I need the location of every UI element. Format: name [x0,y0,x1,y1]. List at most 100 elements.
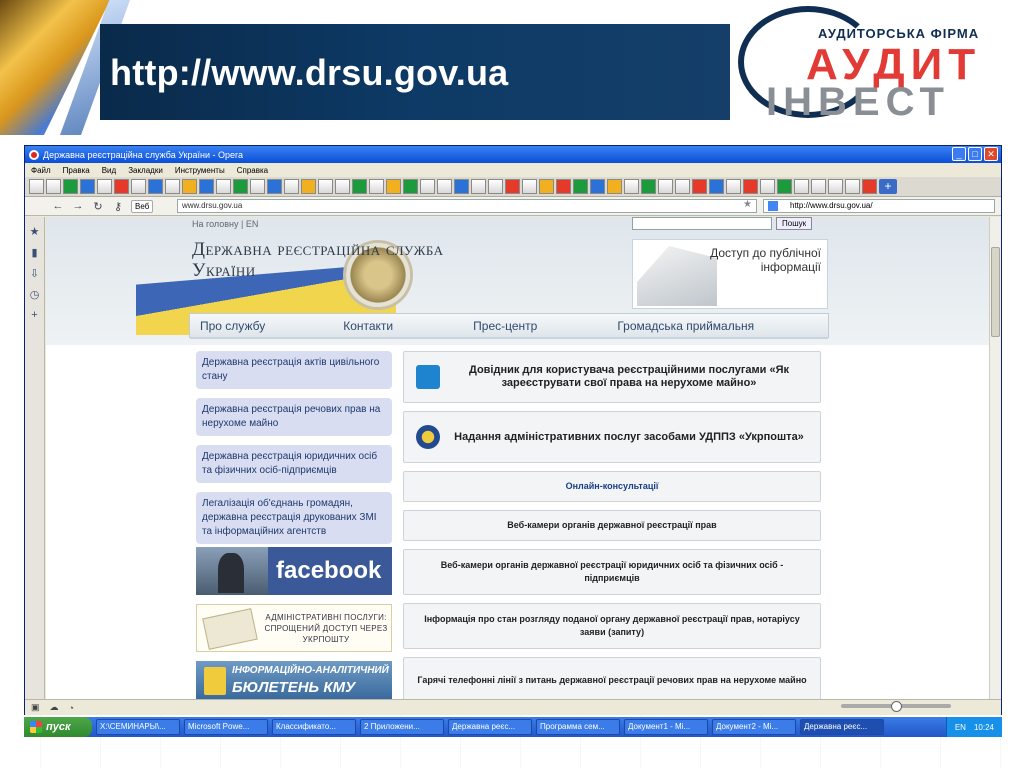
tab[interactable] [301,179,316,194]
ukrposhta-box[interactable]: Надання адміністративних послуг засобами… [403,411,821,463]
menu-bookmarks[interactable]: Закладки [128,166,163,175]
notes-icon[interactable]: ▮ [25,246,44,259]
downloads-icon[interactable]: ⇩ [25,267,44,280]
vertical-scrollbar[interactable] [989,217,1001,699]
tab[interactable] [488,179,503,194]
tab[interactable] [828,179,843,194]
tab[interactable] [352,179,367,194]
tab[interactable] [505,179,520,194]
tab[interactable] [182,179,197,194]
tab[interactable] [114,179,129,194]
tab[interactable] [420,179,435,194]
browser-search-field[interactable]: http://www.drsu.gov.ua/ [763,199,995,213]
taskbar-item[interactable]: Документ2 - Mi... [712,719,796,735]
nav-public-reception[interactable]: Громадська приймальня [617,319,754,333]
tab[interactable] [471,179,486,194]
taskbar-item-active[interactable]: Державна реєс... [800,719,884,735]
tab[interactable] [573,179,588,194]
hotline-link[interactable]: Гарячі телефонні лінії з питань державно… [403,657,821,699]
admin-services-banner[interactable]: АДМІНІСТРАТИВНІ ПОСЛУГИ: СПРОЩЕНИЙ ДОСТУ… [196,604,392,652]
add-panel-icon[interactable]: + [25,309,44,321]
tab[interactable] [777,179,792,194]
scroll-thumb[interactable] [991,247,1000,337]
zoom-slider[interactable] [841,701,951,712]
tab[interactable] [386,179,401,194]
tab[interactable] [658,179,673,194]
tab[interactable] [675,179,690,194]
bookmarks-star-icon[interactable]: ★ [25,225,44,238]
tab[interactable] [862,179,877,194]
taskbar-item[interactable]: 2 Приложени... [360,719,444,735]
key-icon[interactable]: ⚷ [111,200,125,213]
tab[interactable] [454,179,469,194]
web-button[interactable]: Веб [131,199,154,213]
cloud-icon[interactable]: ☁ [50,702,59,713]
tab[interactable] [284,179,299,194]
new-tab-button[interactable]: + [879,179,897,194]
tab[interactable] [556,179,571,194]
panel-toggle-icon[interactable]: ▣ [31,702,40,713]
tab[interactable] [743,179,758,194]
url-field[interactable]: www.drsu.gov.ua [177,199,757,213]
tab[interactable] [692,179,707,194]
tab[interactable] [335,179,350,194]
tab[interactable] [318,179,333,194]
tab[interactable] [46,179,61,194]
tab[interactable] [794,179,809,194]
kmu-bulletin-banner[interactable]: ІНФОРМАЦІЙНО-АНАЛІТИЧНИЙ БЮЛЕТЕНЬ КМУ [196,661,392,699]
tab[interactable] [641,179,656,194]
facebook-banner[interactable]: facebook [196,547,392,595]
tab[interactable] [233,179,248,194]
reload-icon[interactable]: ↻ [91,200,105,213]
tab[interactable] [726,179,741,194]
left-link-legal-entities[interactable]: Державна реєстрація юридичних осіб та фі… [196,445,392,483]
menu-help[interactable]: Справка [237,166,268,175]
menu-edit[interactable]: Правка [63,166,90,175]
tab[interactable] [522,179,537,194]
taskbar-item[interactable]: X:\СЕМИНАРЫ\... [96,719,180,735]
tab[interactable] [29,179,44,194]
tab[interactable] [811,179,826,194]
window-titlebar[interactable]: Державна реєстраційна служба України - O… [25,146,1001,163]
site-search-input[interactable] [632,217,772,230]
tab[interactable] [369,179,384,194]
left-link-civil-acts[interactable]: Державна реєстрація актів цивільного ста… [196,351,392,389]
tab[interactable] [165,179,180,194]
tab[interactable] [216,179,231,194]
menu-file[interactable]: Файл [31,166,51,175]
taskbar-item[interactable]: Классификато... [272,719,356,735]
tab[interactable] [199,179,214,194]
back-icon[interactable]: ← [51,200,65,212]
tab[interactable] [403,179,418,194]
site-top-links[interactable]: На головну | EN [192,219,258,229]
menu-view[interactable]: Вид [102,166,116,175]
online-consult-link[interactable]: Онлайн-консультації [403,471,821,502]
webcam-rights-link[interactable]: Веб-камери органів державної реєстрації … [403,510,821,541]
tab[interactable] [97,179,112,194]
maximize-button[interactable]: □ [968,147,982,161]
taskbar-item[interactable]: Документ1 - Mi... [624,719,708,735]
tab[interactable] [63,179,78,194]
guide-box[interactable]: Довідник для користувача реєстраційними … [403,351,821,403]
taskbar-item[interactable]: Программа сем... [536,719,620,735]
language-indicator[interactable]: EN [955,723,966,732]
close-button[interactable]: ✕ [984,147,998,161]
tab[interactable] [607,179,622,194]
taskbar-item[interactable]: Державна реєс... [448,719,532,735]
nav-press-center[interactable]: Прес-центр [473,319,537,333]
turbo-icon[interactable]: ◔ [69,703,74,713]
minimize-button[interactable]: _ [952,147,966,161]
tab[interactable] [845,179,860,194]
tab[interactable] [760,179,775,194]
tab[interactable] [267,179,282,194]
left-link-property-rights[interactable]: Державна реєстрація речових прав на неру… [196,398,392,436]
history-clock-icon[interactable]: ◷ [25,288,44,301]
start-button[interactable]: пуск [24,717,92,737]
tab[interactable] [250,179,265,194]
tab[interactable] [590,179,605,194]
tab[interactable] [148,179,163,194]
status-info-link[interactable]: Інформація про стан розгляду поданої орг… [403,603,821,649]
forward-icon[interactable]: → [71,200,85,212]
site-search-button[interactable]: Пошук [776,217,813,230]
nav-contacts[interactable]: Контакти [343,319,393,333]
